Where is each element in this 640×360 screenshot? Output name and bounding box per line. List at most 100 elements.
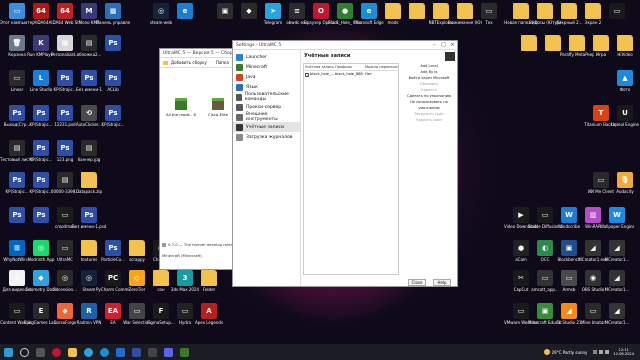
table-row[interactable]: ✓ black_hole_... black_hole_888 Нет <box>304 71 398 78</box>
photoshop-taskbar-icon[interactable] <box>128 344 144 360</box>
instance-tile[interactable]: All the mods - 8 <box>166 98 196 117</box>
app-icon: ≡ <box>9 270 25 286</box>
settings-nav-item[interactable]: Загрузка журналов <box>233 132 300 142</box>
desktop-icon[interactable]: ◢ MCreator1... <box>603 240 631 262</box>
add-instance-button[interactable]: Добавить сборку <box>171 60 207 65</box>
column-header[interactable]: Учётная запись <box>304 64 334 70</box>
app-icon: 64 <box>57 3 73 19</box>
desktop-icon[interactable]: HiVideo <box>611 35 639 57</box>
desktop-icon[interactable]: ◢ MCreator1... <box>603 270 631 292</box>
help-button[interactable]: Help <box>433 279 451 286</box>
desktop-icon-label: обложка2... <box>76 52 102 57</box>
desktop-icon-label: Без имени-1.psd <box>72 224 106 229</box>
desktop-icon[interactable]: ▤ баннер.jpg <box>75 140 103 162</box>
account-checkbox[interactable]: ✓ <box>305 72 309 78</box>
desktop-icon-label: Панель управления <box>96 20 130 25</box>
app-icon: ▶ <box>513 207 529 223</box>
explorer-taskbar-icon[interactable] <box>64 344 80 360</box>
instance-tile[interactable]: Cisco-Elite <box>204 98 232 117</box>
close-icon[interactable]: × <box>448 41 457 50</box>
desktop-icon[interactable]: A Apex Legends <box>195 303 223 325</box>
network-icon[interactable] <box>599 350 604 354</box>
settings-nav-item[interactable]: Прокси-сервер <box>233 102 300 112</box>
tray-icons[interactable] <box>593 350 610 354</box>
desktop-icon[interactable]: Ps Без имени-1.psd <box>72 207 106 229</box>
desktop-icon[interactable]: ▦Панель управления <box>96 3 130 25</box>
app-icon: ▤ <box>81 140 97 156</box>
maximize-icon[interactable]: □ <box>439 41 448 50</box>
desktop-icon[interactable]: Ps ACLib <box>99 70 127 92</box>
desktop-icon-label: mods <box>387 20 399 25</box>
settings-nav-item[interactable]: Minecraft <box>233 62 300 72</box>
minecraft-taskbar-icon[interactable] <box>176 344 192 360</box>
instance-footer: Minecraft (Minecraft) <box>162 253 202 258</box>
volume-icon[interactable] <box>605 350 610 354</box>
settings-nav-item[interactable]: Язык <box>233 82 300 92</box>
account-action-button[interactable]: Не использовать по умолчанию <box>403 99 455 111</box>
account-action-button[interactable]: Удалить скин <box>403 117 455 123</box>
settings-nav-item[interactable]: Учётные записи <box>233 122 300 132</box>
window-controls: – □ × <box>430 41 457 50</box>
app-icon: Ps <box>33 140 49 156</box>
desktop-icon[interactable]: U Unreal Engine <box>611 105 639 127</box>
taskview-icon[interactable] <box>32 344 48 360</box>
nav-item-label: Загрузка журналов <box>246 134 293 140</box>
column-header[interactable]: Профиль <box>334 64 364 70</box>
folder-button[interactable]: Папка <box>216 60 229 65</box>
settings-nav: Launcher Minecraft Java Язык Пользовательски… <box>233 50 301 286</box>
app-icon: T <box>593 105 609 121</box>
discord-taskbar-icon[interactable] <box>160 344 176 360</box>
instance-window-titlebar[interactable]: UltraMC 5 — Версия 5 — Сбор... <box>160 49 238 58</box>
app-icon: Ps <box>33 105 49 121</box>
vscode-taskbar-icon[interactable] <box>112 344 128 360</box>
app-icon: ◎ <box>33 240 49 256</box>
desktop-icon[interactable]: e <box>171 3 199 20</box>
desktop-icon[interactable]: Ps KP(Strajic... <box>99 105 127 127</box>
desktop-icon[interactable]: ▭ Тех <box>475 3 503 25</box>
clock[interactable]: 12:11 12.06.2024 <box>613 348 634 357</box>
nav-item-icon <box>236 63 243 71</box>
column-header[interactable]: Можно переиграть <box>364 64 398 70</box>
app-icon: Ps <box>33 172 49 188</box>
chevron-up-icon[interactable] <box>593 350 598 354</box>
desktop-icon-label: Тех <box>485 20 493 25</box>
weather-widget[interactable]: 29°C Partly sunny <box>543 349 587 355</box>
instance-window: UltraMC 5 — Версия 5 — Сбор... Добавить … <box>159 48 239 270</box>
app-icon: U <box>617 105 633 121</box>
desktop-icon[interactable]: ◢ MCreator1... <box>603 303 631 325</box>
settings-nav-item[interactable]: Пользовательские команды <box>233 92 300 102</box>
desktop-icon[interactable]: 🎙 Audacity <box>611 172 639 194</box>
app-icon: ◎ <box>81 270 97 286</box>
store-taskbar-icon[interactable] <box>144 344 160 360</box>
settings-nav-item[interactable]: Внешние инструменты <box>233 112 300 122</box>
desktop-icon[interactable]: Datapack.zip <box>75 172 103 194</box>
search-icon[interactable] <box>16 344 32 360</box>
minimize-icon[interactable]: – <box>430 41 439 50</box>
settings-titlebar[interactable]: Settings - UltraMC 5 – □ × <box>233 41 457 50</box>
table-body: ✓ black_hole_... black_hole_888 Нет <box>304 71 398 78</box>
desktop-icon[interactable]: ▭ <box>603 3 631 20</box>
folder-icon <box>81 172 97 188</box>
settings-nav-item[interactable]: Java <box>233 72 300 82</box>
edge-taskbar-icon[interactable] <box>96 344 112 360</box>
browser-taskbar-icon[interactable] <box>48 344 64 360</box>
desktop-icon[interactable]: ▲ Фото <box>611 70 639 92</box>
app-icon: ▭ <box>537 207 553 223</box>
app-icon: ▭ <box>481 3 497 19</box>
app-icon: E <box>33 303 49 319</box>
desktop-icon[interactable]: Ps <box>99 35 127 52</box>
start-button[interactable] <box>0 344 16 360</box>
folder-icon <box>81 240 97 256</box>
settings-nav-item[interactable]: Launcher <box>233 52 300 62</box>
desktop-icon[interactable]: W Wallpaper Engine <box>600 207 634 229</box>
close-button[interactable]: Close <box>408 279 426 286</box>
app-icon: ▤ <box>9 140 25 156</box>
account-name: black_hole_... <box>310 72 334 76</box>
desktop-icon[interactable]: Folder <box>195 270 223 292</box>
status-icon <box>162 242 166 247</box>
footer-text: Minecraft (Minecraft) <box>162 253 202 258</box>
app-icon: L <box>33 70 49 86</box>
weather-icon <box>543 349 550 355</box>
instance-status: 0.7.0 — The forever develop release <box>162 242 238 247</box>
telegram-taskbar-icon[interactable] <box>80 344 96 360</box>
